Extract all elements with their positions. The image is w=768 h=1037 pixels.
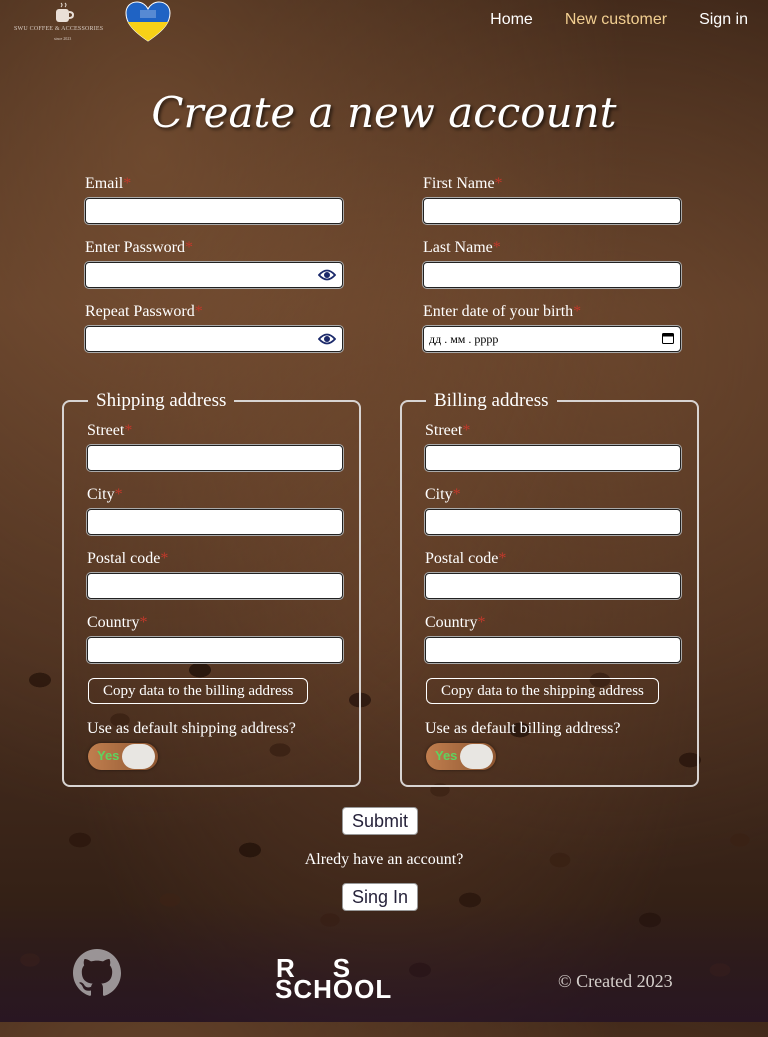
billing-postal-label: Postal code* [425,550,507,567]
eye-icon[interactable] [318,268,336,282]
coffee-cup-icon [56,2,74,22]
shipping-postal-group: Postal code* [87,550,343,599]
repeat-password-label: Repeat Password* [85,303,203,320]
billing-country-input[interactable] [426,638,680,662]
nav-new-customer[interactable]: New customer [565,11,667,29]
repeat-password-input[interactable] [86,327,342,351]
copyright-text: © Created 2023 [558,971,673,991]
copy-to-billing-button[interactable]: Copy data to the billing address [88,678,309,704]
logo-text: SWU COFFEE & ACCESSORIES [14,26,104,32]
ukraine-heart-icon [125,1,171,42]
billing-street-label: Street* [425,422,471,439]
first-name-input[interactable] [424,199,680,223]
calendar-icon[interactable] [662,332,674,344]
repeat-password-group: Repeat Password* [85,303,343,352]
shipping-postal-input[interactable] [88,574,342,598]
shipping-country-label: Country* [87,614,148,631]
password-label: Enter Password* [85,239,193,256]
page-title: Create a new account [151,88,617,137]
toggle-knob [122,744,155,769]
already-have-account-text: Alredy have an account? [304,851,464,868]
email-label: Email* [85,175,132,192]
password-input[interactable] [86,263,342,287]
billing-street-input[interactable] [426,446,680,470]
logo-subtext: since 2023 [54,36,72,41]
toggle-yes-label: Yes [435,748,458,763]
shipping-default-question: Use as default shipping address? [87,720,296,737]
shipping-street-group: Street* [87,422,343,471]
eye-icon[interactable] [318,332,336,346]
shipping-country-group: Country* [87,614,343,663]
site-header: SWU COFFEE & ACCESSORIES since 2023 Home… [0,0,768,50]
sign-in-button[interactable]: Sing In [342,883,418,911]
billing-postal-group: Postal code* [425,550,681,599]
github-icon[interactable] [72,948,122,996]
first-name-label: First Name* [423,175,503,192]
billing-country-group: Country* [425,614,681,663]
copy-to-shipping-button[interactable]: Copy data to the shipping address [426,678,659,704]
email-group: Email* [85,175,343,224]
billing-legend: Billing address [434,390,549,411]
last-name-input[interactable] [424,263,680,287]
submit-button[interactable]: Submit [342,807,418,835]
toggle-knob [460,744,493,769]
birth-date-input[interactable]: дд . мм . рррр [423,326,681,352]
last-name-group: Last Name* [423,239,681,288]
shipping-city-label: City* [87,486,123,503]
billing-default-toggle[interactable]: Yes [426,743,496,770]
billing-default-question: Use as default billing address? [425,720,621,737]
first-name-group: First Name* [423,175,681,224]
shipping-postal-label: Postal code* [87,550,169,567]
shipping-street-input[interactable] [88,446,342,470]
billing-postal-input[interactable] [426,574,680,598]
date-placeholder: дд . мм . рррр [429,332,499,346]
shipping-default-toggle[interactable]: Yes [88,743,158,770]
birth-date-label: Enter date of your birth* [423,303,582,320]
billing-street-group: Street* [425,422,681,471]
billing-city-group: City* [425,486,681,535]
shipping-street-label: Street* [87,422,133,439]
rs-logo-bottom: SCHOOL [275,974,393,1004]
shipping-legend: Shipping address [96,390,227,411]
site-footer: RS SCHOOL © Created 2023 [0,947,768,1037]
billing-country-label: Country* [425,614,486,631]
nav-sign-in[interactable]: Sign in [699,11,748,29]
shipping-city-group: City* [87,486,343,535]
billing-city-input[interactable] [426,510,680,534]
nav-home[interactable]: Home [490,11,533,29]
password-group: Enter Password* [85,239,343,288]
shipping-city-input[interactable] [88,510,342,534]
logo[interactable]: SWU COFFEE & ACCESSORIES since 2023 [14,0,114,44]
rs-school-logo[interactable]: RS SCHOOL [275,953,405,1004]
birth-date-group: Enter date of your birth* дд . мм . рррр [423,303,681,352]
toggle-yes-label: Yes [97,748,120,763]
billing-city-label: City* [425,486,461,503]
main-nav: Home New customer Sign in [490,11,748,29]
shipping-country-input[interactable] [88,638,342,662]
last-name-label: Last Name* [423,239,501,256]
email-input[interactable] [86,199,342,223]
